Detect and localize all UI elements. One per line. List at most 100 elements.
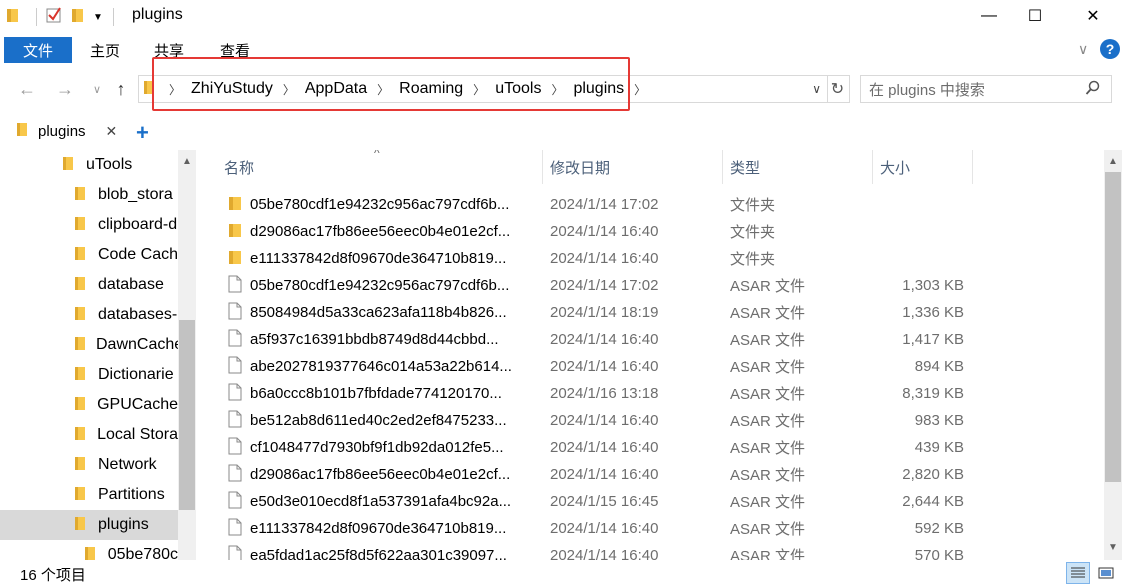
chevron-right-icon[interactable]: 〉: [283, 81, 295, 98]
quick-access-toolbar: ▼: [6, 6, 114, 28]
breadcrumb-plugins[interactable]: plugins: [573, 80, 624, 98]
back-icon[interactable]: ←: [14, 76, 40, 102]
file-row[interactable]: b6a0ccc8b101b7fbfdade774120170... 2024/1/…: [204, 380, 1104, 407]
nav-item[interactable]: Dictionarie: [0, 360, 178, 390]
column-header-date[interactable]: 修改日期: [550, 150, 610, 184]
nav-item[interactable]: uTools: [0, 150, 178, 180]
file-row[interactable]: 85084984d5a33ca623afa118b4b826... 2024/1/…: [204, 299, 1104, 326]
breadcrumb-appdata[interactable]: AppData: [305, 80, 367, 98]
file-row[interactable]: be512ab8d611ed40c2ed2ef8475233... 2024/1/…: [204, 407, 1104, 434]
nav-scrollbar-thumb[interactable]: [179, 320, 195, 510]
chevron-right-icon[interactable]: 〉: [634, 81, 646, 98]
forward-icon[interactable]: →: [52, 76, 78, 102]
file-size: 983 KB: [914, 412, 964, 429]
address-dropdown-icon[interactable]: ∨: [812, 82, 821, 96]
chevron-right-icon[interactable]: 〉: [169, 81, 181, 98]
scroll-up-icon[interactable]: ▲: [1104, 152, 1122, 170]
nav-item[interactable]: clipboard-d: [0, 210, 178, 240]
breadcrumb-zhiyustudy[interactable]: ZhiYuStudy: [191, 80, 273, 98]
file-icon: [228, 275, 242, 297]
file-type: 文件夹: [730, 224, 776, 241]
nav-item[interactable]: DawnCache: [0, 330, 183, 360]
expand-ribbon-icon[interactable]: ∨: [1078, 41, 1088, 58]
tab-plugins[interactable]: plugins ✕: [4, 116, 128, 148]
ribbon-tab-share[interactable]: 共享: [146, 37, 192, 63]
search-icon[interactable]: [1085, 80, 1101, 100]
file-name-cell: abe2027819377646c014a53a22b614...: [228, 353, 540, 380]
nav-item[interactable]: 05be780c: [0, 540, 178, 560]
column-header-name[interactable]: 名称: [224, 150, 254, 184]
nav-item[interactable]: databases-: [0, 300, 178, 330]
ribbon-tab-file[interactable]: 文件: [4, 37, 72, 63]
file-row[interactable]: cf1048477d7930bf9f1db92da012fe5... 2024/1…: [204, 434, 1104, 461]
ribbon-tab-view[interactable]: 查看: [212, 37, 258, 63]
close-button[interactable]: ✕: [1070, 0, 1116, 32]
nav-item-label: Network: [98, 456, 157, 473]
search-input[interactable]: 在 plugins 中搜索: [860, 75, 1112, 103]
chevron-right-icon[interactable]: 〉: [473, 81, 485, 98]
file-row[interactable]: e50d3e010ecd8f1a537391afa4bc92a... 2024/1…: [204, 488, 1104, 515]
file-name: be512ab8d611ed40c2ed2ef8475233...: [250, 412, 507, 429]
up-icon[interactable]: ↑: [108, 76, 134, 102]
file-row[interactable]: 05be780cdf1e94232c956ac797cdf6b... 2024/1…: [204, 191, 1104, 218]
file-row[interactable]: e111337842d8f09670de364710b819... 2024/1/…: [204, 245, 1104, 272]
nav-item[interactable]: Local Stora: [0, 420, 178, 450]
recent-locations-icon[interactable]: ∨: [84, 76, 110, 102]
nav-item[interactable]: plugins: [0, 510, 178, 540]
file-row[interactable]: d29086ac17fb86ee56eec0b4e01e2cf... 2024/1…: [204, 218, 1104, 245]
breadcrumb-roaming[interactable]: Roaming: [399, 80, 463, 98]
breadcrumb-utools[interactable]: uTools: [495, 80, 541, 98]
file-list-scrollbar-thumb[interactable]: [1105, 172, 1121, 482]
address-bar[interactable]: 〉 ZhiYuStudy 〉 AppData 〉 Roaming 〉 uTool…: [138, 75, 828, 103]
file-size: 1,417 KB: [902, 331, 964, 348]
file-name: e111337842d8f09670de364710b819...: [250, 250, 507, 267]
column-divider[interactable]: [722, 150, 723, 184]
nav-item[interactable]: database: [0, 270, 178, 300]
column-divider[interactable]: [872, 150, 873, 184]
column-divider[interactable]: [972, 150, 973, 184]
customize-dropdown-icon[interactable]: ▼: [93, 12, 107, 23]
nav-item[interactable]: blob_stora: [0, 180, 178, 210]
folder-icon[interactable]: [6, 7, 22, 27]
minimize-button[interactable]: —: [966, 0, 1012, 32]
nav-item[interactable]: GPUCache: [0, 390, 178, 420]
file-date: 2024/1/14 17:02: [550, 277, 659, 294]
maximize-button[interactable]: ☐: [1012, 0, 1058, 32]
properties-icon[interactable]: [45, 6, 65, 28]
chevron-right-icon[interactable]: 〉: [377, 81, 389, 98]
file-type: 文件夹: [730, 197, 776, 214]
file-size: 2,644 KB: [902, 493, 964, 510]
scroll-up-icon[interactable]: ▲: [178, 152, 196, 170]
scroll-down-icon[interactable]: ▼: [1104, 538, 1122, 556]
nav-item[interactable]: Network: [0, 450, 178, 480]
nav-item[interactable]: Partitions: [0, 480, 178, 510]
file-row[interactable]: ea5fdad1ac25f8d5f622aa301c39097... 2024/1…: [204, 542, 1104, 560]
file-name: cf1048477d7930bf9f1db92da012fe5...: [250, 439, 504, 456]
help-icon[interactable]: ?: [1100, 39, 1120, 59]
add-tab-button[interactable]: +: [136, 120, 149, 146]
file-size: [874, 218, 964, 245]
nav-item-label: plugins: [98, 516, 149, 533]
large-icons-view-button[interactable]: [1094, 562, 1118, 584]
new-folder-icon[interactable]: [71, 7, 91, 27]
file-name: e50d3e010ecd8f1a537391afa4bc92a...: [250, 493, 512, 510]
nav-item[interactable]: Code Cach: [0, 240, 178, 270]
file-date: 2024/1/14 16:40: [550, 439, 659, 456]
chevron-right-icon[interactable]: 〉: [551, 81, 563, 98]
close-icon[interactable]: ✕: [106, 123, 118, 140]
column-header-type[interactable]: 类型: [730, 150, 760, 184]
file-name: d29086ac17fb86ee56eec0b4e01e2cf...: [250, 466, 511, 483]
file-row[interactable]: e111337842d8f09670de364710b819... 2024/1/…: [204, 515, 1104, 542]
file-row[interactable]: abe2027819377646c014a53a22b614... 2024/1/…: [204, 353, 1104, 380]
file-row[interactable]: a5f937c16391bbdb8749d8d44cbbd... 2024/1/1…: [204, 326, 1104, 353]
column-divider[interactable]: [542, 150, 543, 184]
file-name-cell: d29086ac17fb86ee56eec0b4e01e2cf...: [228, 461, 540, 488]
column-header-size[interactable]: 大小: [880, 150, 910, 184]
file-row[interactable]: 05be780cdf1e94232c956ac797cdf6b... 2024/1…: [204, 272, 1104, 299]
ribbon-tab-home[interactable]: 主页: [82, 37, 128, 63]
details-view-button[interactable]: [1066, 562, 1090, 584]
file-type: ASAR 文件: [730, 548, 806, 560]
refresh-icon[interactable]: ↻: [826, 75, 850, 103]
file-row[interactable]: d29086ac17fb86ee56eec0b4e01e2cf... 2024/1…: [204, 461, 1104, 488]
folder-icon: [143, 79, 157, 99]
